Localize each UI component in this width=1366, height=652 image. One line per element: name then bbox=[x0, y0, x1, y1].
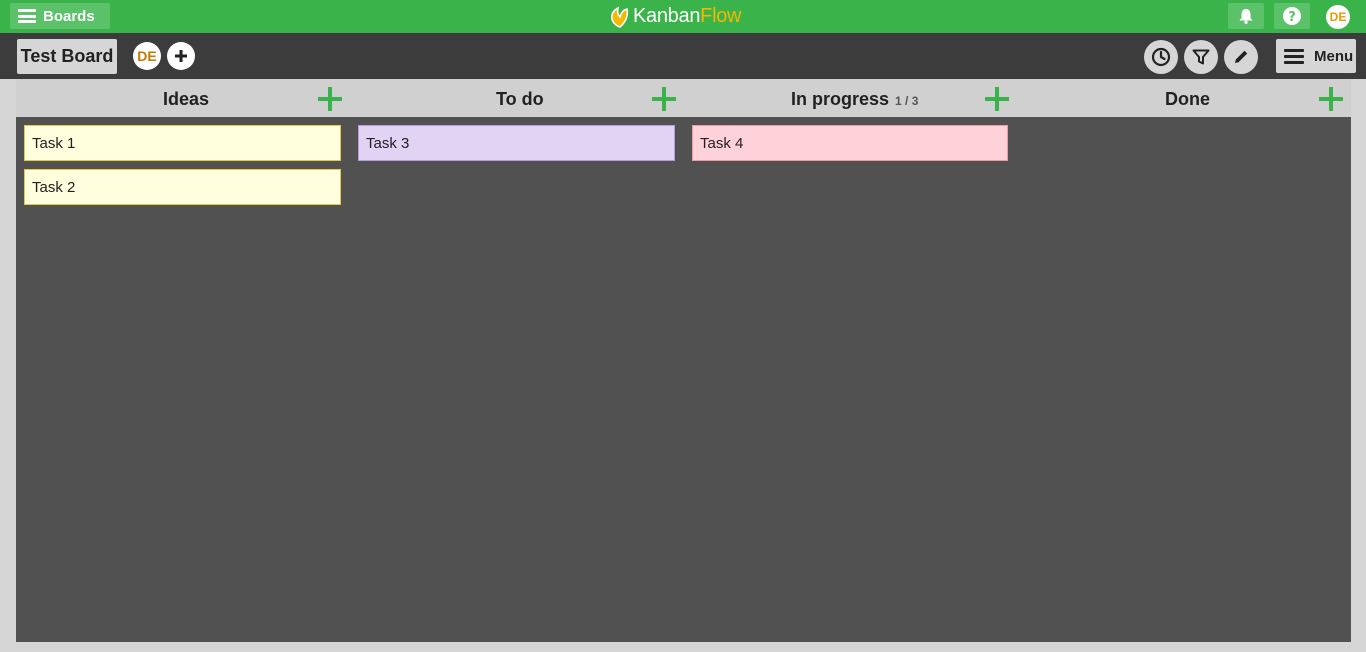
column-header-done: Done bbox=[1018, 79, 1351, 117]
task-name: Task 4 bbox=[700, 134, 744, 152]
task-name: Task 2 bbox=[32, 178, 76, 196]
filter-button[interactable] bbox=[1184, 40, 1218, 74]
user-avatar[interactable]: DE bbox=[1326, 5, 1350, 29]
help-button[interactable]: ? bbox=[1274, 3, 1310, 29]
add-task-button[interactable] bbox=[985, 87, 1009, 111]
board-title[interactable]: Test Board bbox=[17, 39, 117, 74]
notifications-button[interactable] bbox=[1228, 3, 1264, 29]
column-header-in-progress: In progress 1 / 3 bbox=[684, 79, 1018, 117]
task-card[interactable]: Task 4 bbox=[692, 125, 1008, 161]
task-card[interactable]: Task 2 bbox=[24, 169, 341, 205]
add-member-button[interactable] bbox=[167, 42, 195, 70]
menu-button[interactable]: Menu bbox=[1276, 39, 1356, 73]
filter-icon bbox=[1192, 49, 1210, 65]
hamburger-icon bbox=[1284, 48, 1304, 64]
kanbanflow-logo[interactable]: KanbanFlow bbox=[610, 4, 741, 29]
top-bar: Boards KanbanFlow ? DE bbox=[0, 0, 1366, 33]
add-task-button[interactable] bbox=[318, 87, 342, 111]
task-card[interactable]: Task 1 bbox=[24, 125, 341, 161]
boards-button[interactable]: Boards bbox=[10, 3, 110, 29]
column-title: In progress 1 / 3 bbox=[791, 89, 919, 109]
time-tracking-button[interactable] bbox=[1144, 40, 1178, 74]
wip-limit: 1 / 3 bbox=[895, 94, 919, 108]
pencil-icon bbox=[1235, 50, 1248, 63]
edit-board-button[interactable] bbox=[1224, 40, 1258, 74]
bell-icon bbox=[1239, 9, 1253, 24]
column-header-to-do: To do bbox=[350, 79, 684, 117]
task-name: Task 1 bbox=[32, 134, 76, 152]
add-task-button[interactable] bbox=[652, 87, 676, 111]
hamburger-icon bbox=[18, 9, 36, 23]
column-header-ideas: Ideas bbox=[16, 79, 350, 117]
task-name: Task 3 bbox=[366, 134, 410, 152]
clock-icon bbox=[1151, 47, 1171, 67]
board-member-avatar[interactable]: DE bbox=[133, 42, 161, 70]
column-title: To do bbox=[496, 89, 544, 109]
board-body: Task 1 Task 2 Task 3 Task 4 bbox=[16, 117, 1351, 642]
add-task-button[interactable] bbox=[1319, 87, 1343, 111]
column-title: Done bbox=[1165, 89, 1210, 109]
menu-label: Menu bbox=[1314, 47, 1354, 65]
column-title: Ideas bbox=[163, 89, 210, 109]
logo-icon bbox=[611, 6, 629, 28]
board-header: Test Board DE Menu bbox=[0, 33, 1366, 79]
svg-text:?: ? bbox=[1288, 10, 1296, 25]
help-icon: ? bbox=[1283, 7, 1301, 25]
task-card[interactable]: Task 3 bbox=[358, 125, 675, 161]
plus-icon bbox=[175, 50, 187, 62]
logo-text-kanban: Kanban bbox=[633, 5, 701, 27]
boards-label: Boards bbox=[43, 7, 95, 25]
logo-text-flow: Flow bbox=[700, 5, 742, 27]
